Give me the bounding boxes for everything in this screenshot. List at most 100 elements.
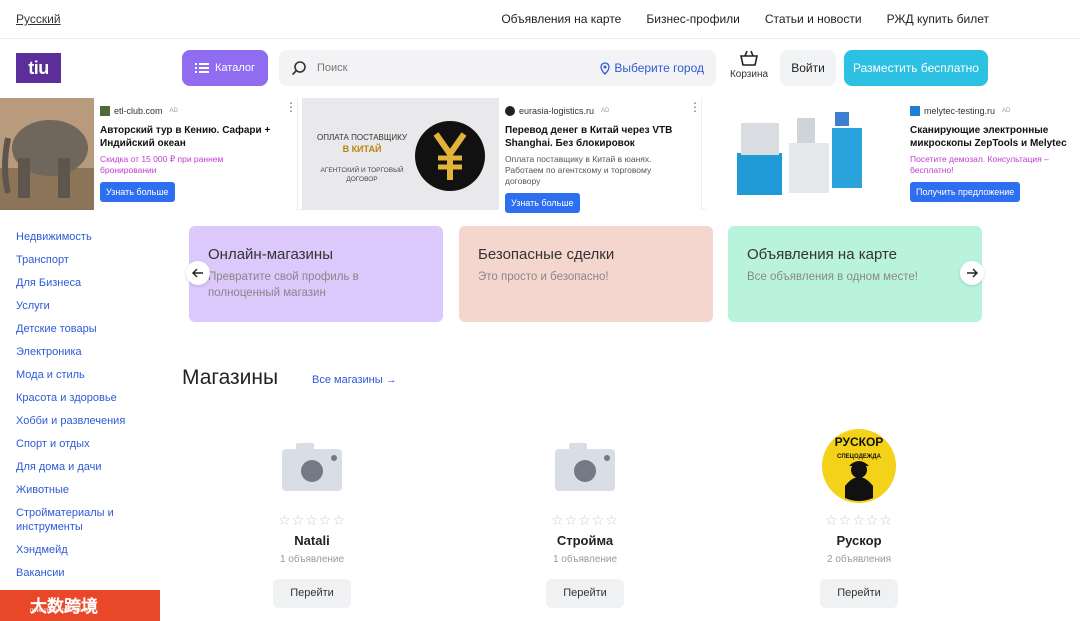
top-link-rzd-tickets[interactable]: РЖД купить билет [887, 12, 989, 26]
carousel-prev-button[interactable] [186, 261, 210, 285]
ad-tag: AD [1002, 108, 1011, 114]
ad-card-microscopes[interactable]: melytec-testing.ru AD Сканирующие электр… [707, 98, 1080, 210]
location-pin-icon [600, 61, 610, 75]
sidebar-item-beauty[interactable]: Красота и здоровье [16, 387, 166, 410]
ad-source: etl-club.com AD [100, 104, 280, 118]
shop-logo-subtext: СПЕЦОДЕЖДА [837, 454, 882, 460]
sidebar-item-services[interactable]: Услуги [16, 295, 166, 318]
login-button[interactable]: Войти [780, 50, 836, 86]
sidebar-item-jobs[interactable]: Вакансии [16, 562, 166, 585]
top-link-map[interactable]: Объявления на карте [501, 12, 621, 26]
ad-source: eurasia-logistics.ru AD [505, 104, 685, 118]
ad-card-china-payment[interactable]: ОПЛАТА ПОСТАВЩИКУ В КИТАЙ АГЕНТСКИЙ И ТО… [302, 98, 702, 213]
sidebar-item-handmade[interactable]: Хэндмейд [16, 539, 166, 562]
shop-go-button[interactable]: Перейти [820, 579, 898, 608]
arrow-right-icon [967, 268, 978, 278]
more-options-icon[interactable]: ⋮ [689, 101, 701, 113]
city-label: Выберите город [614, 61, 704, 75]
site-logo[interactable]: tiu [16, 53, 61, 83]
cart-button[interactable]: Корзина [727, 50, 771, 86]
camera-placeholder-icon [274, 428, 350, 504]
shop-ad-count: 1 объявление [279, 554, 345, 565]
ad-domain: melytec-testing.ru [924, 106, 996, 116]
city-selector[interactable]: Выберите город [600, 61, 704, 75]
shop-go-button[interactable]: Перейти [546, 579, 624, 608]
ad-card-kenya[interactable]: etl-club.com AD Авторский тур в Кению. С… [0, 98, 298, 210]
yuan-coin-icon [415, 121, 485, 191]
promo-card-map[interactable]: Объявления на карте Все объявления в одн… [728, 226, 982, 322]
shops-section-title: Магазины [182, 366, 279, 389]
catalog-label: Каталог [215, 62, 255, 74]
favicon-icon [505, 106, 515, 116]
ad-cta-button[interactable]: Узнать больше [100, 182, 175, 202]
ad-body: eurasia-logistics.ru AD Перевод денег в … [505, 104, 685, 213]
carousel-next-button[interactable] [960, 261, 984, 285]
sidebar-item-home[interactable]: Для дома и дачи [16, 456, 166, 479]
sidebar-item-business[interactable]: Для Бизнеса [16, 272, 166, 295]
favicon-icon [100, 106, 110, 116]
search-input[interactable] [317, 58, 577, 78]
top-link-articles[interactable]: Статьи и новости [765, 12, 862, 26]
sidebar-item-sport[interactable]: Спорт и отдых [16, 433, 166, 456]
ad-title: Перевод денег в Китай через VTB Shanghai… [505, 125, 673, 149]
china-payment-image: ОПЛАТА ПОСТАВЩИКУ В КИТАЙ АГЕНТСКИЙ И ТО… [302, 98, 499, 210]
promo-text: Это просто и безопасно! [478, 271, 609, 283]
menu-list-icon [195, 63, 209, 73]
sidebar-item-electronics[interactable]: Электроника [16, 341, 166, 364]
shop-name[interactable]: Стройма [505, 533, 665, 548]
search-icon [291, 61, 306, 76]
more-options-icon[interactable]: ⋮ [285, 101, 297, 113]
sidebar-item-building[interactable]: Стройматериалы и инструменты [16, 502, 166, 539]
language-switcher[interactable]: Русский [16, 12, 61, 26]
top-bar: Русский Объявления на карте Бизнес-профи… [0, 0, 1080, 39]
sidebar-item-transport[interactable]: Транспорт [16, 249, 166, 272]
shop-go-button[interactable]: Перейти [273, 579, 351, 608]
shop-name[interactable]: Natali [232, 533, 392, 548]
ad-tag: AD [169, 108, 178, 114]
sidebar-item-hobby[interactable]: Хобби и развлечения [16, 410, 166, 433]
bottom-ad-banner[interactable]: 大数跨境 пришлите требование [0, 590, 160, 621]
ad-cta-button[interactable]: Узнать больше [505, 193, 580, 213]
rating-stars: ☆☆☆☆☆ [825, 512, 893, 528]
promo-title: Объявления на карте [747, 246, 898, 263]
image-caption-3: АГЕНТСКИЙ И ТОРГОВЫЙ ДОГОВОР [320, 167, 404, 183]
shop-logo: РУСКОР СПЕЦОДЕЖДА [821, 428, 897, 504]
sidebar-item-fashion[interactable]: Мода и стиль [16, 364, 166, 387]
top-links: Объявления на карте Бизнес-профили Стать… [501, 12, 989, 26]
ad-description: Скидка от 15 000 ₽ при раннем бронирован… [100, 154, 224, 175]
promo-text: Превратите свой профиль в полноценный ма… [208, 271, 359, 299]
post-ad-button[interactable]: Разместить бесплатно [844, 50, 988, 86]
rating-stars: ☆☆☆☆☆ [278, 512, 346, 528]
cart-label: Корзина [729, 69, 769, 80]
ad-body: melytec-testing.ru AD Сканирующие электр… [910, 104, 1075, 202]
top-link-business-profiles[interactable]: Бизнес-профили [646, 12, 740, 26]
sidebar-item-real-estate[interactable]: Недвижимость [16, 226, 166, 249]
microscope-image [707, 98, 903, 210]
all-shops-link[interactable]: Все магазины → [312, 374, 397, 386]
ad-body: etl-club.com AD Авторский тур в Кению. С… [100, 104, 280, 202]
arrow-left-icon [192, 268, 203, 278]
ad-title: Сканирующие электронные микроскопы ZepTo… [910, 125, 1067, 149]
ad-cta-button[interactable]: Получить предложение [910, 182, 1021, 202]
elephant-image [0, 98, 94, 210]
shop-name[interactable]: Рускор [779, 533, 939, 548]
camera-placeholder-icon [547, 428, 623, 504]
catalog-button[interactable]: Каталог [182, 50, 268, 86]
shop-card: РУСКОР СПЕЦОДЕЖДА ☆☆☆☆☆ Рускор 2 объявле… [779, 428, 939, 608]
shop-logo-text: РУСКОР [835, 435, 884, 449]
ad-row: etl-club.com AD Авторский тур в Кению. С… [0, 98, 1080, 213]
promo-card-safe-deals[interactable]: Безопасные сделки Это просто и безопасно… [459, 226, 713, 322]
shop-ad-count: 2 объявления [827, 554, 891, 565]
sidebar-item-kids[interactable]: Детские товары [16, 318, 166, 341]
ad-tag: AD [601, 108, 610, 114]
favicon-icon [910, 106, 920, 116]
ad-title: Авторский тур в Кению. Сафари + Индийски… [100, 125, 271, 149]
search-bar: Выберите город [279, 50, 716, 86]
ad-domain: eurasia-logistics.ru [519, 106, 595, 116]
ad-description: Посетите демозал. Консультация – бесплат… [910, 154, 1049, 175]
sidebar-item-animals[interactable]: Животные [16, 479, 166, 502]
promo-title: Онлайн-магазины [208, 246, 333, 263]
image-caption-1: ОПЛАТА ПОСТАВЩИКУ [317, 133, 407, 142]
promo-card-online-shops[interactable]: Онлайн-магазины Превратите свой профиль … [189, 226, 443, 322]
shopping-basket-icon [740, 50, 758, 66]
